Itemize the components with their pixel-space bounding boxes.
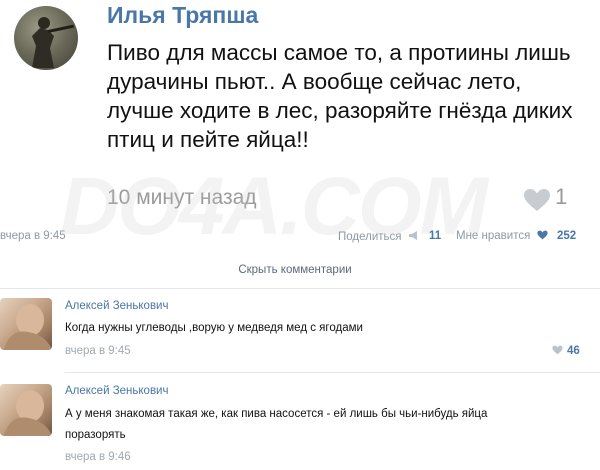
comment-like-count: 46 bbox=[567, 345, 580, 357]
comment-author-name[interactable]: Алексей Зенькович bbox=[65, 300, 168, 312]
divider bbox=[0, 288, 600, 289]
heart-icon bbox=[536, 230, 548, 240]
comment-author-avatar[interactable] bbox=[0, 298, 52, 350]
post-like-count: 1 bbox=[555, 184, 568, 209]
share-count: 11 bbox=[429, 230, 442, 242]
comment-text: А у меня знакомая такая же, как пива нас… bbox=[65, 408, 488, 441]
like-count: 252 bbox=[557, 230, 577, 242]
user-photo-icon bbox=[4, 390, 52, 436]
heart-icon[interactable] bbox=[523, 188, 551, 212]
user-photo-icon bbox=[4, 304, 52, 350]
comment-date[interactable]: вчера в 9:45 bbox=[65, 345, 131, 357]
post-author-name[interactable]: Илья Тряпша bbox=[107, 2, 258, 29]
post-author-avatar[interactable] bbox=[14, 6, 78, 70]
comment-date[interactable]: вчера в 9:46 bbox=[65, 451, 131, 463]
comment-text: Когда нужны углеводы ,ворую у медведя ме… bbox=[65, 322, 363, 334]
comment-author-avatar[interactable] bbox=[0, 384, 52, 436]
hide-comments-link[interactable]: Скрыть комментарии bbox=[0, 264, 590, 276]
soldier-figure-icon bbox=[32, 17, 75, 68]
like-label: Мне нравится bbox=[456, 230, 531, 242]
post-text: Пиво для массы самое то, а протиины лишь… bbox=[107, 40, 573, 152]
post-timestamp[interactable]: 10 минут назад bbox=[107, 186, 257, 210]
divider bbox=[65, 372, 600, 373]
megaphone-icon bbox=[408, 231, 417, 240]
heart-icon bbox=[552, 345, 563, 355]
comment-like-button[interactable]: 46 bbox=[552, 345, 580, 357]
share-label: Поделиться bbox=[338, 231, 402, 243]
original-post-date[interactable]: вчера в 9:45 bbox=[0, 230, 66, 242]
share-button[interactable]: Поделиться bbox=[338, 230, 420, 243]
like-button[interactable]: Мне нравится bbox=[456, 230, 548, 242]
comment-author-name[interactable]: Алексей Зенькович bbox=[65, 385, 168, 397]
